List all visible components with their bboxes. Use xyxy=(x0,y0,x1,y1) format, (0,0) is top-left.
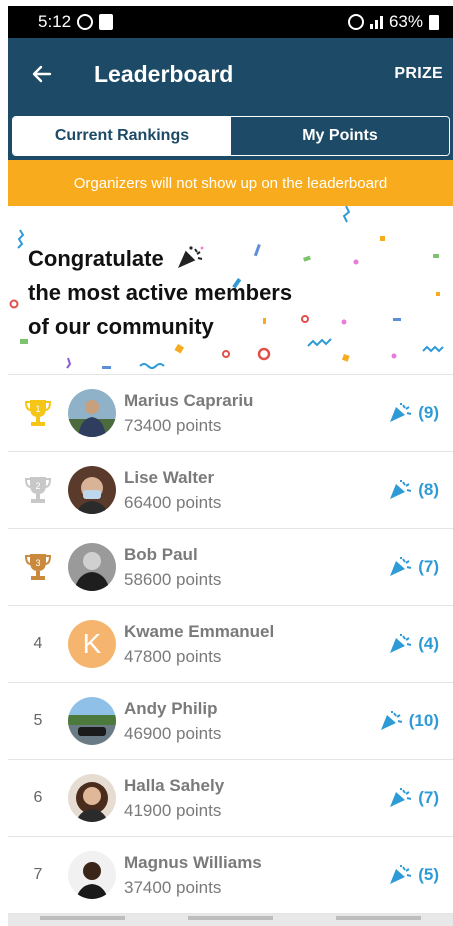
alarm-icon xyxy=(347,14,364,30)
party-popper-icon xyxy=(390,480,412,499)
congratulate-button[interactable]: (5) xyxy=(388,837,439,913)
congrats-count: (9) xyxy=(418,403,439,422)
member-name: Halla Sahely xyxy=(124,775,225,795)
party-popper-icon xyxy=(390,634,412,653)
tabs-container: Current Rankings My Points xyxy=(8,110,453,160)
rank-number: 4 xyxy=(33,635,43,652)
bronze-trophy-icon: 3 xyxy=(25,554,51,580)
congrats-count: (8) xyxy=(418,480,439,499)
banner-line-2: the most active members xyxy=(28,280,293,305)
rank-cell: 1 xyxy=(8,398,68,428)
avatar xyxy=(68,774,116,822)
leaderboard-row[interactable]: 5 Andy Philip 46900 points (10) xyxy=(8,683,453,760)
trophy-rank: 2 xyxy=(35,481,40,491)
congrats-count: (4) xyxy=(418,634,439,653)
leaderboard-row[interactable]: 2 Lise Walter 66400 points (8) xyxy=(8,452,453,529)
congratulate-button[interactable]: (4) xyxy=(388,606,439,682)
member-points: 37400 points xyxy=(124,877,222,897)
member-points: 58600 points xyxy=(124,569,222,589)
leaderboard-row[interactable]: 1 Marius Caprariu 73400 points (9) xyxy=(8,375,453,452)
back-button[interactable] xyxy=(32,64,52,84)
congratulate-button[interactable]: (7) xyxy=(388,760,439,836)
bottom-bar xyxy=(8,914,453,926)
status-bar: 5:12 63% xyxy=(8,6,453,38)
banner-text: Congratulate the most active members of … xyxy=(28,242,292,344)
bottom-segment xyxy=(39,916,125,920)
battery-percent: 63% xyxy=(388,12,423,31)
congrats-count: (7) xyxy=(418,557,439,576)
prize-button[interactable]: PRIZE xyxy=(394,65,443,83)
app-frame: 5:12 63% Leaderboard PRIZE Current Ranki… xyxy=(8,6,453,926)
tab-my-points[interactable]: My Points xyxy=(231,117,449,155)
banner-line-1: Congratulate xyxy=(28,246,164,271)
member-name: Marius Caprariu xyxy=(124,390,254,410)
member-name: Lise Walter xyxy=(124,467,215,487)
silver-trophy-icon: 2 xyxy=(25,477,51,503)
member-name: Kwame Emmanuel xyxy=(124,621,275,641)
bottom-segment xyxy=(336,916,422,920)
tab-bar: Current Rankings My Points xyxy=(12,116,450,156)
arrow-left-icon xyxy=(32,65,52,83)
notification-icon xyxy=(99,14,114,30)
gold-trophy-icon: 1 xyxy=(25,400,51,426)
battery-icon xyxy=(429,14,439,30)
leaderboard-row[interactable]: 3 Bob Paul 58600 points (7) xyxy=(8,529,453,606)
member-name: Bob Paul xyxy=(124,544,198,564)
avatar xyxy=(68,697,116,745)
member-points: 66400 points xyxy=(124,492,222,512)
rank-number: 7 xyxy=(33,866,43,883)
leaderboard-row[interactable]: 4 K Kwame Emmanuel 47800 points (4) xyxy=(8,606,453,683)
member-points: 73400 points xyxy=(124,415,222,435)
bottom-segment xyxy=(187,916,273,920)
banner-line-3: of our community xyxy=(28,314,214,339)
leaderboard-row[interactable]: 6 Halla Sahely 41900 points (7) xyxy=(8,760,453,837)
congratulate-banner: Congratulate the most active members of … xyxy=(8,206,453,375)
avatar xyxy=(68,851,116,899)
congrats-count: (10) xyxy=(408,711,439,730)
member-name: Magnus Williams xyxy=(124,852,262,872)
party-popper-icon xyxy=(390,788,412,807)
page-title: Leaderboard xyxy=(94,60,234,87)
status-time: 5:12 xyxy=(38,12,72,31)
trophy-rank: 3 xyxy=(35,558,40,568)
member-name: Andy Philip xyxy=(124,698,218,718)
member-points: 46900 points xyxy=(124,723,222,743)
congratulate-button[interactable]: (7) xyxy=(388,529,439,605)
member-points: 41900 points xyxy=(124,800,222,820)
avatar: K xyxy=(68,620,116,668)
rank-number: 5 xyxy=(33,712,43,729)
organizer-notice: Organizers will not show up on the leade… xyxy=(8,160,453,206)
leaderboard-list: 1 Marius Caprariu 73400 points (9) 2 Lis… xyxy=(8,375,453,914)
app-bar: Leaderboard PRIZE xyxy=(8,38,453,110)
party-popper-icon xyxy=(390,403,412,422)
party-popper-icon xyxy=(380,711,403,730)
party-popper-icon xyxy=(390,865,412,884)
congratulate-button[interactable]: (9) xyxy=(388,375,439,451)
avatar xyxy=(68,389,116,437)
avatar-initial: K xyxy=(82,628,102,659)
avatar xyxy=(68,543,116,591)
rank-cell: 2 xyxy=(8,475,68,505)
whatsapp-icon xyxy=(77,14,94,30)
rank-cell: 3 xyxy=(8,552,68,582)
congratulate-button[interactable]: (8) xyxy=(388,452,439,528)
signal-icon xyxy=(369,15,383,29)
party-popper-icon xyxy=(177,246,204,268)
avatar xyxy=(68,466,116,514)
member-points: 47800 points xyxy=(124,646,222,666)
congrats-count: (7) xyxy=(418,788,439,807)
congrats-count: (5) xyxy=(418,865,439,884)
party-popper-icon xyxy=(390,557,412,576)
congratulate-button[interactable]: (10) xyxy=(379,683,439,759)
leaderboard-row[interactable]: 7 Magnus Williams 37400 points (5) xyxy=(8,837,453,914)
trophy-rank: 1 xyxy=(35,404,40,414)
rank-number: 6 xyxy=(33,789,43,806)
tab-current-rankings[interactable]: Current Rankings xyxy=(13,117,231,155)
